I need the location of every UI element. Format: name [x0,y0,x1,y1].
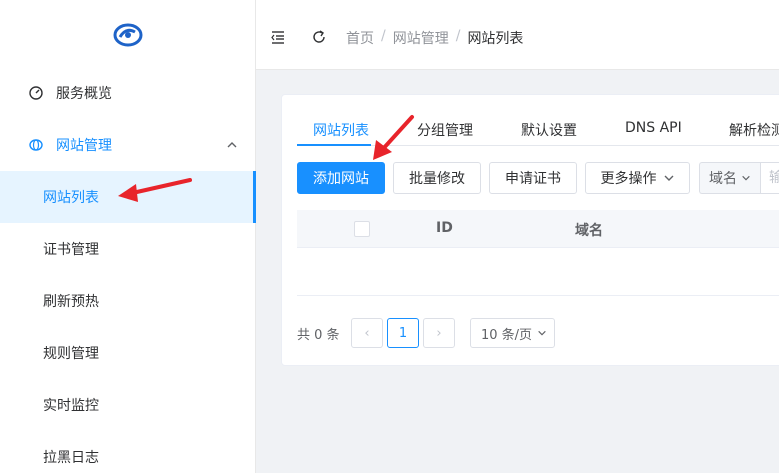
sidebar-item-cert-management[interactable]: 证书管理 [0,223,256,275]
sidebar-item-block-log[interactable]: 拉黑日志 [0,431,256,473]
menu-collapse-icon[interactable] [270,29,286,45]
select-all-checkbox[interactable] [354,221,370,237]
tab-resolve-check[interactable]: 解析检测 [729,120,779,140]
batch-edit-button[interactable]: 批量修改 [393,162,481,194]
breadcrumb-separator: / [455,28,461,44]
sidebar-item-label: 拉黑日志 [43,450,99,466]
search-field-label: 域名 [709,171,737,187]
refresh-icon[interactable] [311,29,327,45]
sidebar-item-label: 服务概览 [56,86,112,102]
chevron-up-icon [227,142,237,148]
globe-icon [29,139,43,151]
sidebar-item-site-management[interactable]: 网站管理 [0,119,256,171]
search-field-select[interactable]: 域名 [699,162,761,194]
column-header-domain[interactable]: 域名 [575,220,603,240]
tab-site-list[interactable]: 网站列表 [313,120,369,140]
logo[interactable] [0,0,255,70]
more-actions-dropdown[interactable]: 更多操作 [585,162,690,194]
sidebar-item-rule-management[interactable]: 规则管理 [0,327,256,379]
sidebar-item-refresh-preheat[interactable]: 刷新预热 [0,275,256,327]
breadcrumb-home[interactable]: 首页 [346,28,374,48]
pagination-total: 共 0 条 [297,328,340,343]
tabs: 网站列表 分组管理 默认设置 DNS API 解析检测 [281,110,779,146]
apply-cert-button[interactable]: 申请证书 [489,162,577,194]
dashboard-icon [29,86,43,100]
header: 首页 / 网站管理 / 网站列表 [256,0,779,70]
sidebar-item-label: 网站管理 [56,138,112,154]
page-size-select[interactable]: 10 条/页 [470,318,555,348]
column-header-id[interactable]: ID [436,220,453,236]
sidebar-item-label: 刷新预热 [43,294,99,310]
add-site-button[interactable]: 添加网站 [297,162,385,194]
sidebar-item-overview[interactable]: 服务概览 [0,67,256,119]
sidebar-item-realtime-monitor[interactable]: 实时监控 [0,379,256,431]
tab-default-settings[interactable]: 默认设置 [521,120,577,140]
table-header: ID 域名 [297,210,779,248]
more-actions-label: 更多操作 [600,171,657,187]
breadcrumb-current: 网站列表 [467,31,524,47]
breadcrumb-separator: / [381,28,386,44]
sidebar: 服务概览 网站管理 网站列表 证书管理 刷新预热 规则管理 实时监控 拉黑日志 [0,0,256,473]
pagination-page-1[interactable]: 1 [387,318,419,348]
sidebar-item-label: 实时监控 [43,398,99,414]
tab-dns-api[interactable]: DNS API [625,120,682,136]
tab-active-indicator [297,144,371,146]
breadcrumb: 首页 / 网站管理 / 网站列表 [346,28,523,48]
search-input[interactable] [760,162,779,194]
chevron-down-icon [538,330,546,336]
sidebar-item-label: 网站列表 [43,190,99,206]
chevron-down-icon [664,175,673,181]
sidebar-item-site-list[interactable]: 网站列表 [0,171,256,223]
tab-group-management[interactable]: 分组管理 [417,120,473,140]
sidebar-item-label: 规则管理 [43,346,99,362]
pagination-prev-button[interactable]: ‹ [351,318,383,348]
pagination-next-button[interactable]: › [423,318,455,348]
logo-icon [113,23,142,47]
breadcrumb-site-management[interactable]: 网站管理 [393,28,449,48]
page-size-label: 10 条/页 [481,327,533,343]
sidebar-item-label: 证书管理 [43,242,99,258]
chevron-down-icon [742,175,750,181]
table-bottom-border [297,295,779,296]
